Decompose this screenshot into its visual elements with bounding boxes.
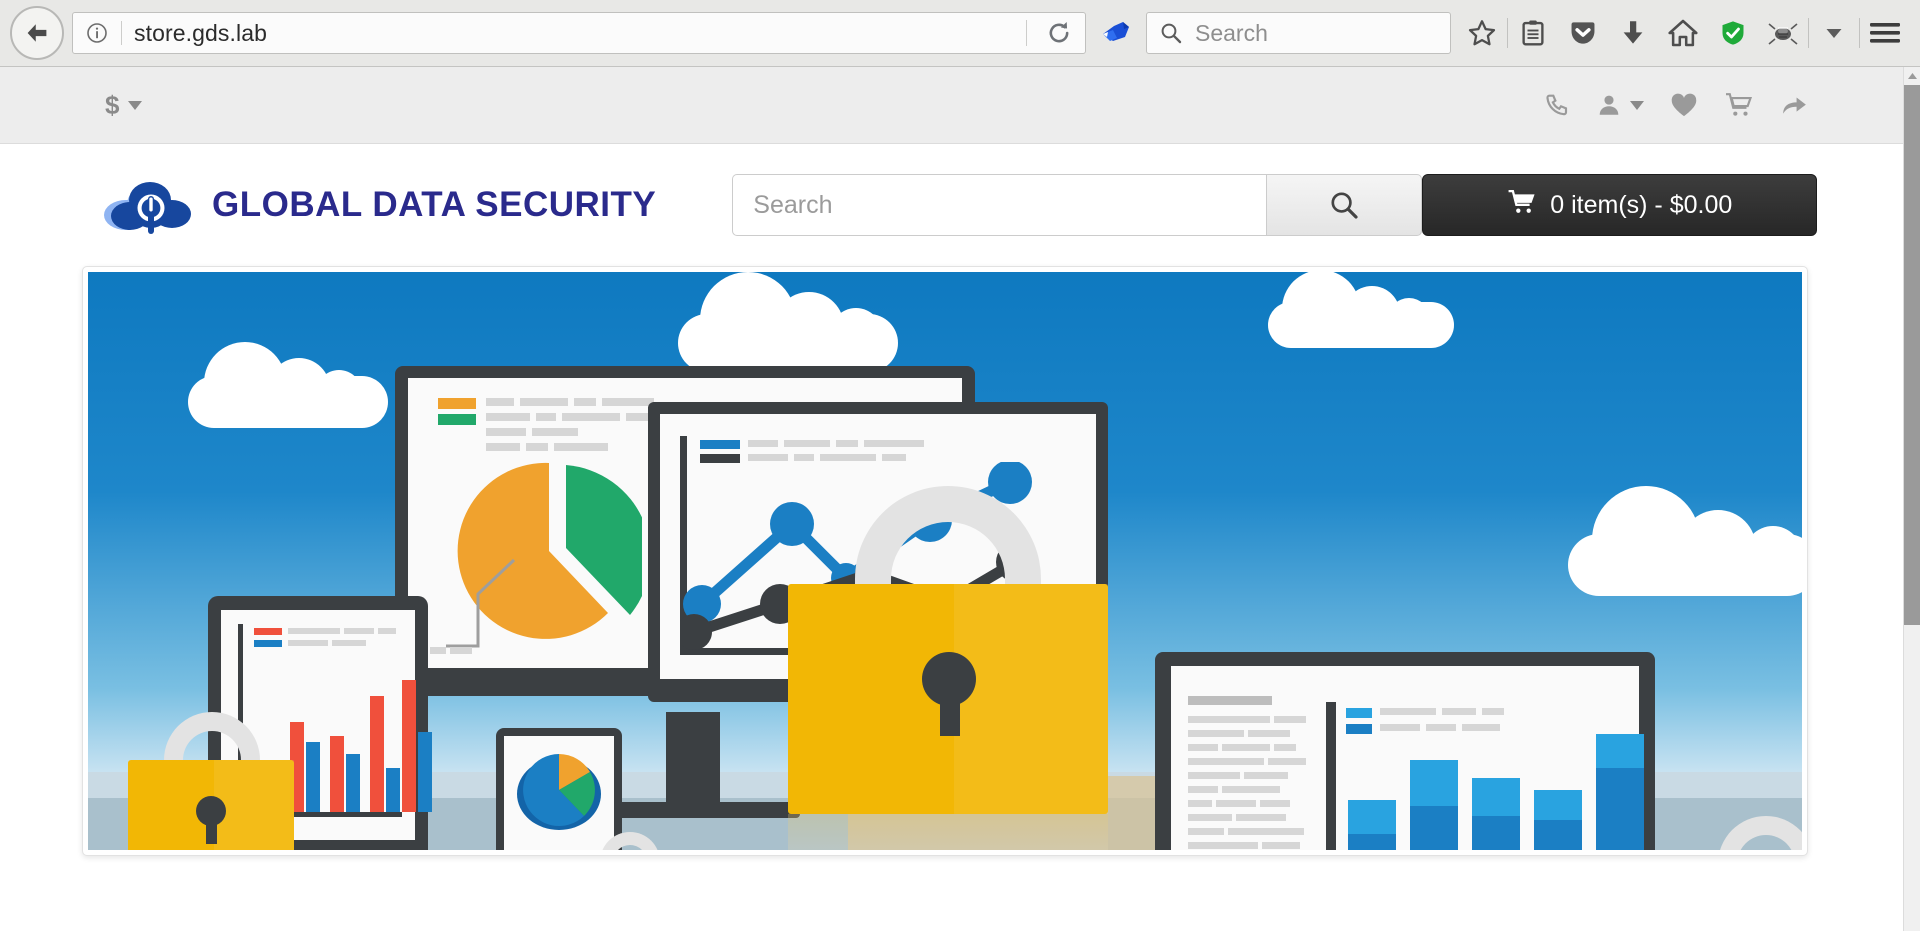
- bar-4-upper: [1534, 790, 1582, 820]
- bar-2-upper: [1410, 760, 1458, 806]
- reload-icon: [1049, 22, 1069, 43]
- site-logo[interactable]: GLOBAL DATA SECURITY: [100, 170, 656, 241]
- account-icon[interactable]: [1596, 92, 1644, 118]
- search-input[interactable]: [732, 174, 1267, 236]
- bar-1-upper: [1348, 800, 1396, 834]
- home-icon[interactable]: [1658, 7, 1708, 59]
- downloads-icon[interactable]: [1608, 7, 1658, 59]
- chevron-down-icon: [128, 100, 143, 110]
- browser-search-placeholder: Search: [1195, 19, 1268, 46]
- logo-text: GLOBAL DATA SECURITY: [212, 185, 657, 224]
- bookmark-star-icon[interactable]: [1457, 7, 1507, 59]
- search-icon: [1331, 192, 1358, 219]
- bar-2-lower: [1410, 806, 1458, 850]
- reload-button[interactable]: [1037, 14, 1081, 52]
- cloud-left: [188, 342, 388, 428]
- search-icon: [1161, 23, 1182, 44]
- cart-icon: [1507, 189, 1537, 222]
- currency-symbol: $: [105, 89, 120, 120]
- chevron-down-icon: [1630, 100, 1644, 110]
- wishlist-heart-icon[interactable]: [1670, 92, 1698, 118]
- cloud-top-right: [1268, 272, 1454, 348]
- hero-banner-image[interactable]: [88, 272, 1802, 850]
- page-scrollbar[interactable]: [1903, 67, 1920, 931]
- browser-search-bar[interactable]: Search: [1146, 12, 1451, 54]
- info-circle-icon[interactable]: [85, 21, 109, 45]
- library-icon[interactable]: [1508, 7, 1558, 59]
- search-button[interactable]: [1266, 174, 1423, 236]
- url-reload-divider: [1026, 20, 1027, 46]
- currency-dropdown[interactable]: $: [105, 89, 143, 121]
- checkout-arrow-icon[interactable]: [1780, 92, 1808, 118]
- page-content: $ GLOBAL DATA SECURITY Search 0 item(s) …: [0, 67, 1903, 931]
- page-viewport: $ GLOBAL DATA SECURITY Search 0 item(s) …: [0, 67, 1920, 931]
- cart-button[interactable]: 0 item(s) - $0.00: [1422, 174, 1818, 236]
- bar-4-lower: [1534, 820, 1582, 850]
- site-header: GLOBAL DATA SECURITY 0 item(s) - $0: [0, 144, 1903, 266]
- blue-extension-icon[interactable]: [1092, 9, 1140, 57]
- padlock-center-reflection: [788, 814, 1108, 850]
- pocket-icon[interactable]: [1558, 7, 1608, 59]
- hamburger-menu-icon[interactable]: [1860, 7, 1910, 59]
- bug-addon-icon[interactable]: [1758, 7, 1808, 59]
- addon-dropdown-icon[interactable]: [1809, 7, 1859, 59]
- cloud-top-center: [678, 272, 898, 372]
- url-divider: [121, 21, 122, 45]
- browser-toolbar: store.gds.lab Search: [0, 0, 1920, 67]
- bar-5-upper: [1596, 734, 1644, 768]
- bar-5-lower: [1596, 768, 1644, 850]
- site-top-bar: $: [0, 67, 1903, 144]
- pie-chart-phone: [517, 754, 601, 830]
- chevron-up-icon: [1907, 72, 1917, 79]
- cloud-right: [1568, 486, 1802, 596]
- cart-label: 0 item(s) - $0.00: [1550, 190, 1733, 219]
- scrollbar-thumb[interactable]: [1904, 85, 1920, 625]
- shield-secure-icon[interactable]: [1708, 7, 1758, 59]
- shopping-cart-icon[interactable]: [1724, 92, 1754, 118]
- bar-3-lower: [1472, 816, 1520, 850]
- site-search: [732, 174, 1423, 236]
- url-text: store.gds.lab: [134, 19, 267, 46]
- url-bar[interactable]: store.gds.lab: [72, 12, 1086, 54]
- cloud-power-logo-icon: [100, 170, 196, 241]
- pie-legend-swatch-2: [438, 414, 476, 425]
- pie-legend-swatch-1: [438, 398, 476, 409]
- back-button[interactable]: [10, 6, 64, 60]
- top-bar-links: [1544, 92, 1808, 118]
- scrollbar-up-button[interactable]: [1904, 67, 1920, 84]
- back-arrow-icon: [27, 24, 47, 42]
- bar-3-upper: [1472, 778, 1520, 816]
- hero-banner-frame[interactable]: [82, 266, 1808, 856]
- bar-1-lower: [1348, 834, 1396, 850]
- phone-icon[interactable]: [1544, 92, 1570, 118]
